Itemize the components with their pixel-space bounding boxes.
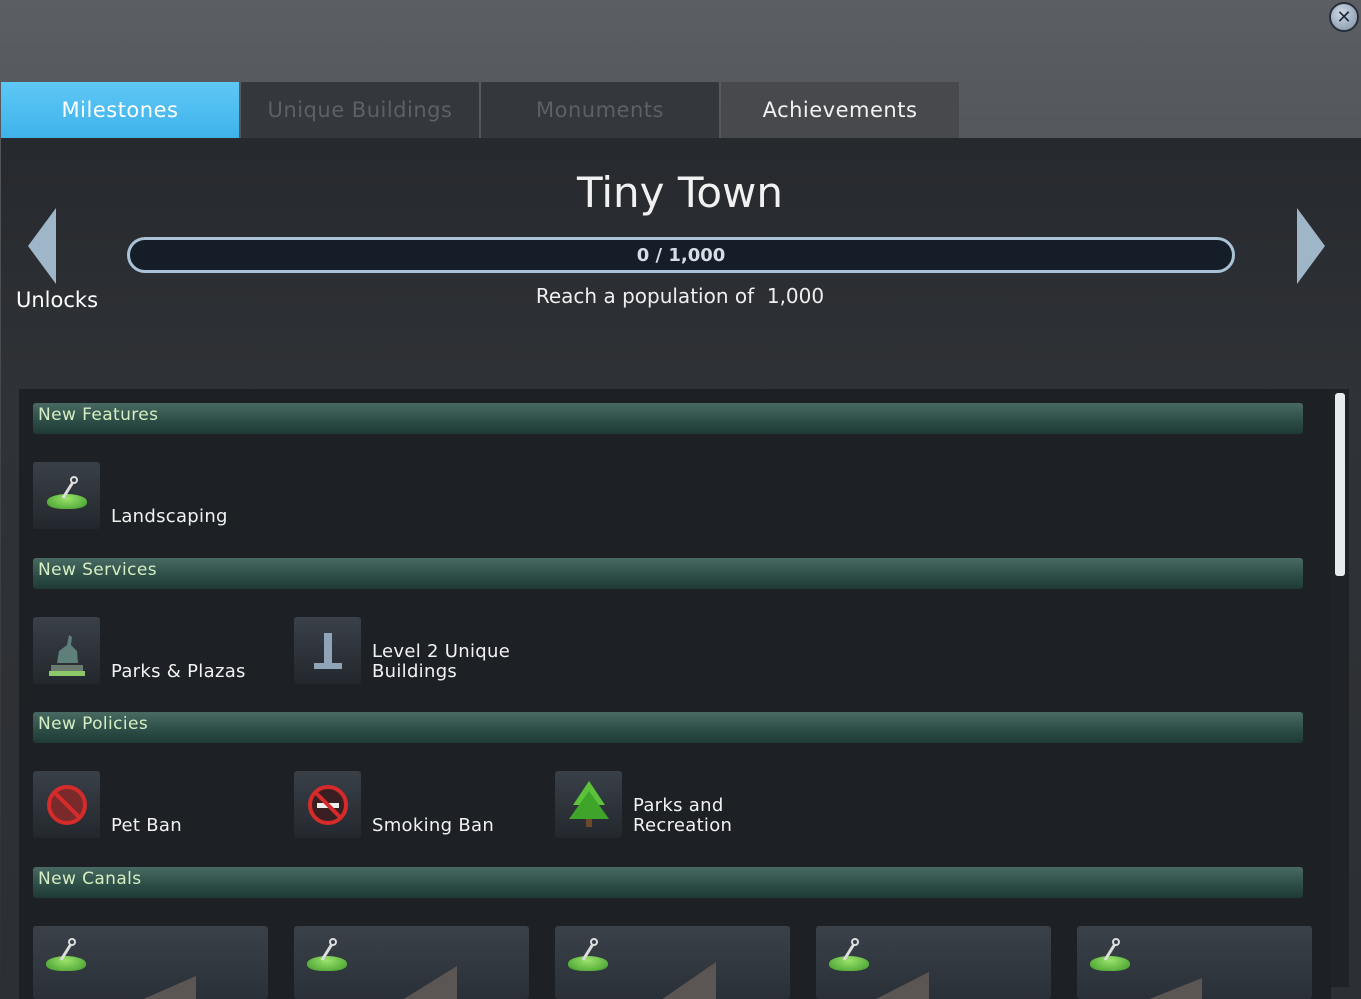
tab-achievements[interactable]: Achievements [721,82,959,138]
section-header-new-policies: New Policies [33,712,1303,743]
milestone-goal: Reach a population of 1,000 [535,284,825,308]
scrollbar[interactable] [1331,389,1349,987]
canal-item[interactable] [555,926,790,999]
section-header-new-features: New Features [33,403,1303,434]
canal-item[interactable] [1077,926,1312,999]
unlock-item-label: Landscaping [111,506,228,527]
scroll-thumb[interactable] [1335,393,1345,576]
close-icon: ✕ [1336,6,1352,28]
milestone-progress-bar: 0 / 1,000 [127,237,1235,273]
canal-item[interactable] [294,926,529,999]
unlock-item-label: Pet Ban [111,815,182,836]
unlock-item-parks-and-recreation[interactable]: Parks and Recreation [555,771,732,838]
unlock-item-landscaping[interactable]: Landscaping [33,462,228,529]
tab-monuments[interactable]: Monuments [481,82,719,138]
unlock-item-label: Level 2 Unique Buildings [372,641,511,682]
section-header-new-services: New Services [33,558,1303,589]
unlock-item-label: Parks and Recreation [633,795,733,836]
unlock-item-parks-plazas[interactable]: Parks & Plazas [33,617,246,684]
unlock-item-level-2-unique-buildings[interactable]: Level 2 Unique Buildings [294,617,510,684]
unlock-item-label: Parks & Plazas [111,661,246,682]
statue-icon [33,617,100,684]
unlock-item-label: Smoking Ban [372,815,495,836]
progress-text: 0 / 1,000 [636,244,726,266]
unlock-item-smoking-ban[interactable]: Smoking Ban [294,771,494,838]
unlocks-label: Unlocks [16,288,99,312]
next-milestone-arrow-icon[interactable] [1297,208,1325,284]
milestone-title: Tiny Town [576,168,784,217]
close-button[interactable]: ✕ [1329,2,1359,32]
smoking-ban-icon [294,771,361,838]
unique-building-icon [294,617,361,684]
tree-icon [555,771,622,838]
unlocks-list: New Features Landscaping New Services Pa… [19,389,1331,999]
canal-item[interactable] [33,926,268,999]
landscaping-icon [33,462,100,529]
previous-milestone-arrow-icon[interactable] [28,208,56,284]
pet-ban-icon [33,771,100,838]
unlock-item-pet-ban[interactable]: Pet Ban [33,771,182,838]
tab-unique-buildings[interactable]: Unique Buildings [241,82,479,138]
section-header-new-canals: New Canals [33,867,1303,898]
tab-milestones[interactable]: Milestones [1,82,239,138]
canal-item[interactable] [816,926,1051,999]
